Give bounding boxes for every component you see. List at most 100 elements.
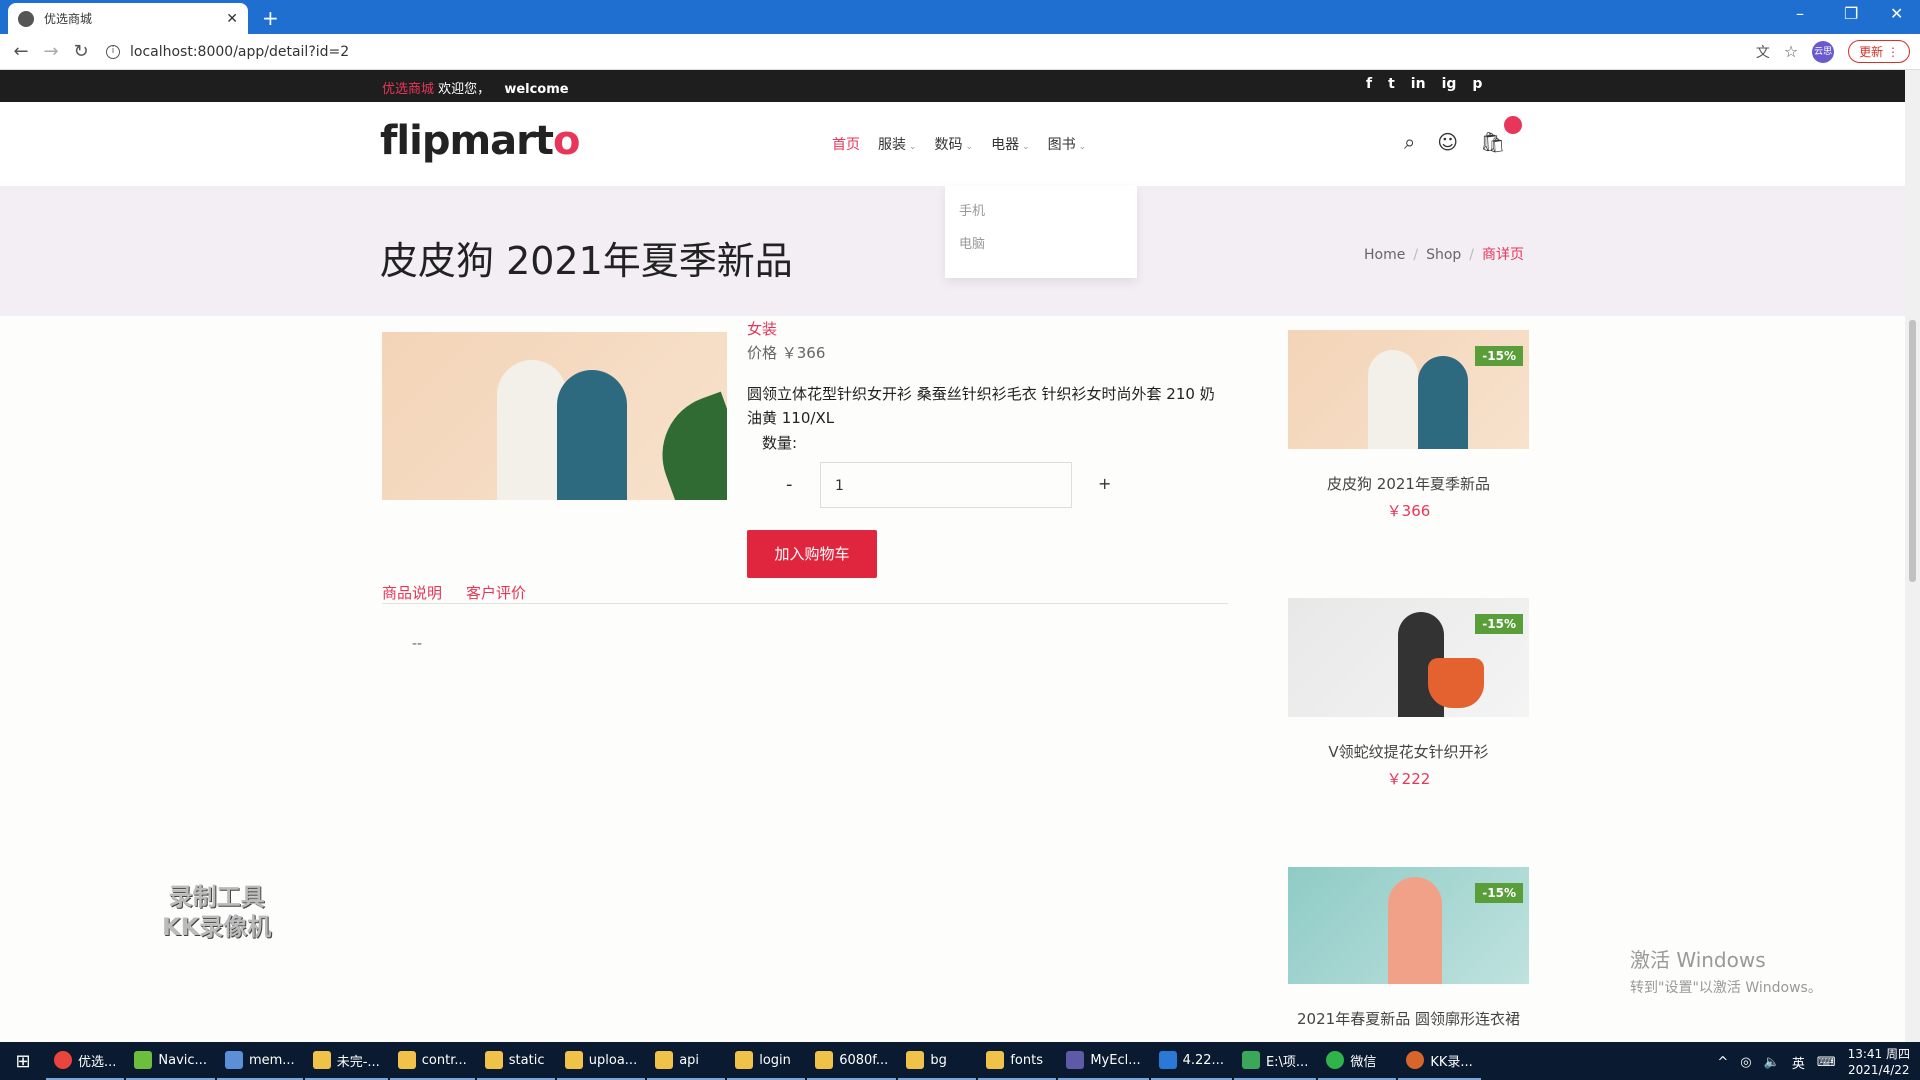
vscode-icon <box>1158 1051 1177 1069</box>
breadcrumb-home[interactable]: Home <box>1364 247 1405 263</box>
keyboard-icon[interactable]: ⌨ <box>1817 1055 1836 1070</box>
forward-icon[interactable]: → <box>36 41 66 62</box>
taskbar-item[interactable]: api <box>647 1042 726 1080</box>
instagram-icon[interactable]: ig <box>1442 76 1457 92</box>
breadcrumb-shop[interactable]: Shop <box>1426 247 1461 263</box>
back-icon[interactable]: ← <box>6 41 36 62</box>
taskbar-item[interactable]: 4.22... <box>1150 1042 1232 1080</box>
side-product-card[interactable]: -15% 2021年春夏新品 圆领廓形连衣裙 <box>1288 867 1529 1029</box>
windows-start-icon[interactable]: ⊞ <box>0 1051 46 1072</box>
profile-avatar[interactable]: 云思 <box>1812 40 1835 63</box>
scrollbar-thumb[interactable] <box>1909 320 1916 582</box>
browser-tab[interactable]: 优选商城 ✕ <box>8 3 248 34</box>
brand-small: 优选商城 <box>382 82 435 97</box>
dropdown-item-computer[interactable]: 电脑 <box>959 233 1123 252</box>
taskbar-item[interactable]: E:\项... <box>1233 1042 1317 1080</box>
tab-title: 优选商城 <box>44 12 93 26</box>
taskbar-item[interactable]: fonts <box>978 1042 1057 1080</box>
clock[interactable]: 13:41 周四 2021/4/22 <box>1848 1046 1910 1078</box>
search-icon[interactable]: ⌕ <box>1404 130 1415 154</box>
folder-icon <box>815 1051 834 1069</box>
menu-item-clothing[interactable]: 服装 ⌄ <box>878 134 917 154</box>
taskbar-label: login <box>759 1052 791 1068</box>
side-product-card[interactable]: -15% 皮皮狗 2021年夏季新品 ￥366 <box>1288 330 1529 521</box>
taskbar-item[interactable]: uploa... <box>556 1042 646 1080</box>
add-to-cart-button[interactable]: 加入购物车 <box>747 530 877 578</box>
taskbar-item[interactable]: login <box>727 1042 806 1080</box>
person-figure <box>1368 350 1418 449</box>
tab-description[interactable]: 商品说明 <box>382 584 442 602</box>
taskbar-item[interactable]: 微信 <box>1318 1042 1397 1080</box>
taskbar-label: fonts <box>1010 1052 1043 1068</box>
taskbar-item[interactable]: bg <box>898 1042 977 1080</box>
translate-icon[interactable]: 文 <box>1756 42 1770 62</box>
side-product-name[interactable]: 2021年春夏新品 圆领廓形连衣裙 <box>1288 1008 1529 1029</box>
system-tray: ^ ◎ 🔈 英 ⌨ 13:41 周四 2021/4/22 <box>1717 1046 1910 1078</box>
taskbar-item[interactable]: MyEcl... <box>1058 1042 1149 1080</box>
chevron-up-icon[interactable]: ^ <box>1717 1055 1728 1070</box>
quantity-minus-button[interactable]: - <box>786 474 793 495</box>
excel-icon <box>1241 1051 1260 1069</box>
info-icon[interactable]: i <box>106 44 120 59</box>
user-icon[interactable]: ☺ <box>1437 130 1458 154</box>
menu-item-home[interactable]: 首页 <box>832 134 860 154</box>
taskbar-item[interactable]: 优选... <box>46 1042 125 1080</box>
twitter-icon[interactable]: t <box>1388 76 1395 92</box>
taskbar-item[interactable]: mem... <box>216 1042 303 1080</box>
update-label: 更新 <box>1859 45 1884 59</box>
bookmark-star-icon[interactable]: ☆ <box>1784 42 1798 61</box>
close-icon[interactable]: ✕ <box>226 11 238 27</box>
taskbar-label: contr... <box>421 1052 467 1068</box>
menu-item-digital[interactable]: 数码 ⌄ <box>935 134 974 154</box>
taskbar-label: static <box>508 1052 545 1068</box>
side-product-price: ￥222 <box>1386 770 1431 788</box>
taskbar-item[interactable]: 6080f... <box>807 1042 897 1080</box>
windows-activation-notice: 激活 Windows 转到"设置"以激活 Windows。 <box>1630 944 1822 997</box>
taskbar-item[interactable]: 未完-... <box>304 1042 388 1080</box>
ime-lang[interactable]: 英 <box>1792 1053 1805 1072</box>
update-button[interactable]: 更新 ⋮ <box>1848 40 1910 63</box>
new-tab-icon[interactable]: + <box>262 6 279 30</box>
taskbar-label: 优选... <box>78 1054 117 1070</box>
folder-icon <box>986 1051 1005 1069</box>
minimize-icon[interactable]: – <box>1796 4 1804 23</box>
site-logo[interactable]: flipmarto <box>380 118 580 164</box>
dropdown-item-phone[interactable]: 手机 <box>959 200 1123 219</box>
side-product-name[interactable]: V领蛇纹提花女针织开衫 <box>1288 741 1529 762</box>
network-icon[interactable]: ◎ <box>1740 1055 1751 1070</box>
side-product-image: -15% <box>1288 598 1529 717</box>
product-category[interactable]: 女装 <box>747 318 777 339</box>
menu-label: 服装 <box>878 137 906 153</box>
pinterest-icon[interactable]: p <box>1472 76 1482 92</box>
main-menu: 首页 服装 ⌄ 数码 ⌄ 电器 ⌄ 图书 ⌄ <box>832 134 1086 154</box>
restore-icon[interactable]: ❐ <box>1844 4 1858 23</box>
globe-icon <box>18 10 34 27</box>
eclipse-icon <box>1066 1051 1085 1069</box>
page-scrollbar[interactable] <box>1905 70 1920 1042</box>
facebook-icon[interactable]: f <box>1366 76 1372 92</box>
breadcrumb-current: 商详页 <box>1482 247 1524 263</box>
tab-reviews[interactable]: 客户评价 <box>466 584 526 602</box>
taskbar-item[interactable]: Navic... <box>126 1042 215 1080</box>
side-product-name[interactable]: 皮皮狗 2021年夏季新品 <box>1288 473 1529 494</box>
quantity-input[interactable]: 1 <box>820 462 1072 508</box>
menu-item-appliance[interactable]: 电器 ⌄ <box>991 134 1030 154</box>
window-close-icon[interactable]: ✕ <box>1890 4 1903 23</box>
folder-icon <box>484 1051 503 1069</box>
linkedin-icon[interactable]: in <box>1411 76 1426 92</box>
url-field[interactable]: i localhost:8000/app/detail?id=2 <box>106 44 349 60</box>
chevron-down-icon: ⌄ <box>965 142 974 152</box>
menu-item-books[interactable]: 图书 ⌄ <box>1048 134 1087 154</box>
navicat-icon <box>134 1051 153 1069</box>
site-topbar: 优选商城 欢迎您， welcome f t in ig p <box>0 70 1905 102</box>
taskbar-item[interactable]: contr... <box>389 1042 475 1080</box>
quantity-plus-button[interactable]: + <box>1098 474 1111 493</box>
cart-icon[interactable]: 🛍 <box>1480 130 1505 154</box>
taskbar-item[interactable]: static <box>476 1042 555 1080</box>
wechat-icon <box>1326 1051 1345 1069</box>
taskbar-label: 4.22... <box>1182 1052 1224 1068</box>
taskbar-item[interactable]: KK录... <box>1398 1042 1481 1080</box>
volume-icon[interactable]: 🔈 <box>1764 1055 1780 1070</box>
side-product-card[interactable]: -15% V领蛇纹提花女针织开衫 ￥222 <box>1288 598 1529 789</box>
reload-icon[interactable]: ↻ <box>66 41 96 62</box>
